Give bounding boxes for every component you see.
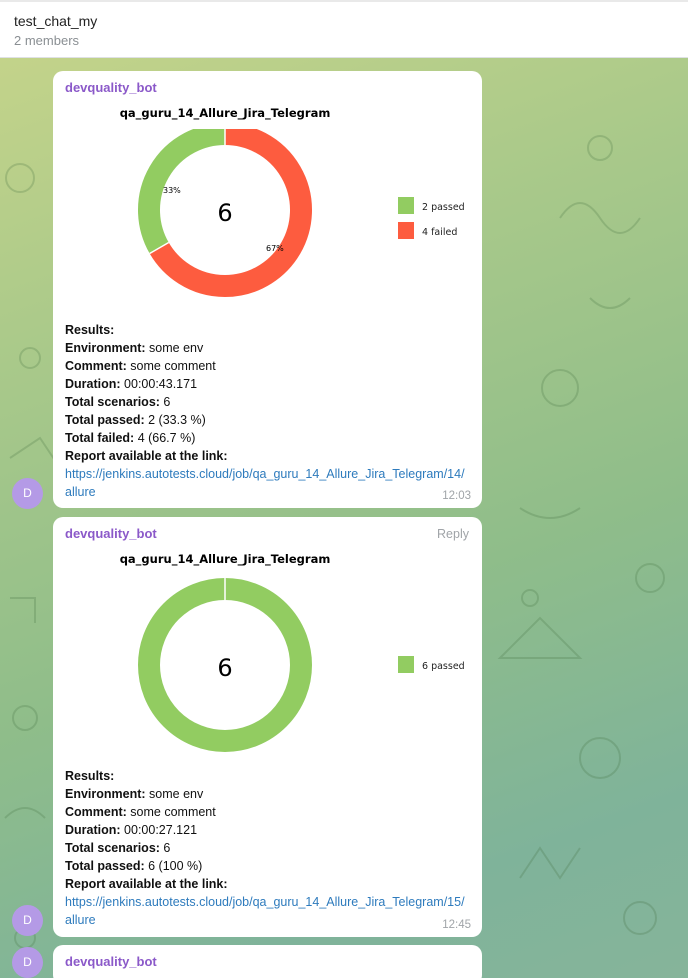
chart-title: qa_guru_14_Allure_Jira_Telegram [119,552,331,566]
sender-name[interactable]: devquality_bot [65,954,470,969]
total-scenarios-value: 6 [159,841,171,855]
environment-value: some env [145,787,204,801]
avatar[interactable]: D [12,478,43,509]
donut-chart: 6 33% 67% 2 passed 4 failed [138,129,465,297]
avatar[interactable]: D [12,947,43,978]
donut-center-total: 6 [217,199,232,227]
report-heading: Report available at the link: [65,449,228,463]
total-scenarios-value: 6 [159,395,171,409]
comment-value: some comment [126,805,216,819]
legend-swatch-failed [398,222,414,239]
results-heading: Results: [65,323,115,337]
legend-swatch-passed [398,656,414,673]
comment-value: some comment [126,359,216,373]
results-text: Results: Environment: some env Comment: … [65,769,465,929]
message-bubble[interactable]: devquality_bot [53,945,482,978]
message-time: 12:03 [442,490,471,502]
duration-value: 00:00:27.121 [120,823,198,837]
environment-value: some env [145,341,204,355]
legend-swatch-passed [398,197,414,214]
legend-label-failed: 4 failed [422,227,457,238]
sender-name[interactable]: devquality_bot [65,80,470,95]
failed-percent-label: 67% [266,244,284,253]
total-passed-value: 2 (33.3 %) [144,413,206,427]
donut-slice-passed [138,129,226,254]
legend-label-passed: 2 passed [422,202,465,213]
results-heading: Results: [65,769,115,783]
chat-title: test_chat_my [14,13,98,29]
reply-button[interactable]: Reply [437,527,469,541]
sender-name[interactable]: devquality_bot [65,526,470,541]
donut-center-total: 6 [217,654,232,682]
message-time: 12:45 [442,919,471,931]
legend-label-passed: 6 passed [422,661,465,672]
duration-value: 00:00:43.171 [120,377,198,391]
message-bubble[interactable]: devquality_bot Reply qa_guru_14_Allure_J… [53,517,482,937]
avatar[interactable]: D [12,905,43,936]
donut-chart: 6 6 passed [138,578,465,752]
chart-title: qa_guru_14_Allure_Jira_Telegram [119,106,331,120]
report-link[interactable]: https://jenkins.autotests.cloud/job/qa_g… [65,893,465,929]
report-heading: Report available at the link: [65,877,228,891]
passed-percent-label: 33% [163,186,181,195]
chat-members-count: 2 members [14,33,80,48]
total-passed-value: 6 (100 %) [144,859,203,873]
message-bubble[interactable]: devquality_bot qa_guru_14_Allure_Jira_Te… [53,71,482,508]
chat-header[interactable]: test_chat_my 2 members [0,0,688,58]
total-failed-value: 4 (66.7 %) [134,431,196,445]
results-text: Results: Environment: some env Comment: … [65,323,465,501]
report-link[interactable]: https://jenkins.autotests.cloud/job/qa_g… [65,465,465,501]
